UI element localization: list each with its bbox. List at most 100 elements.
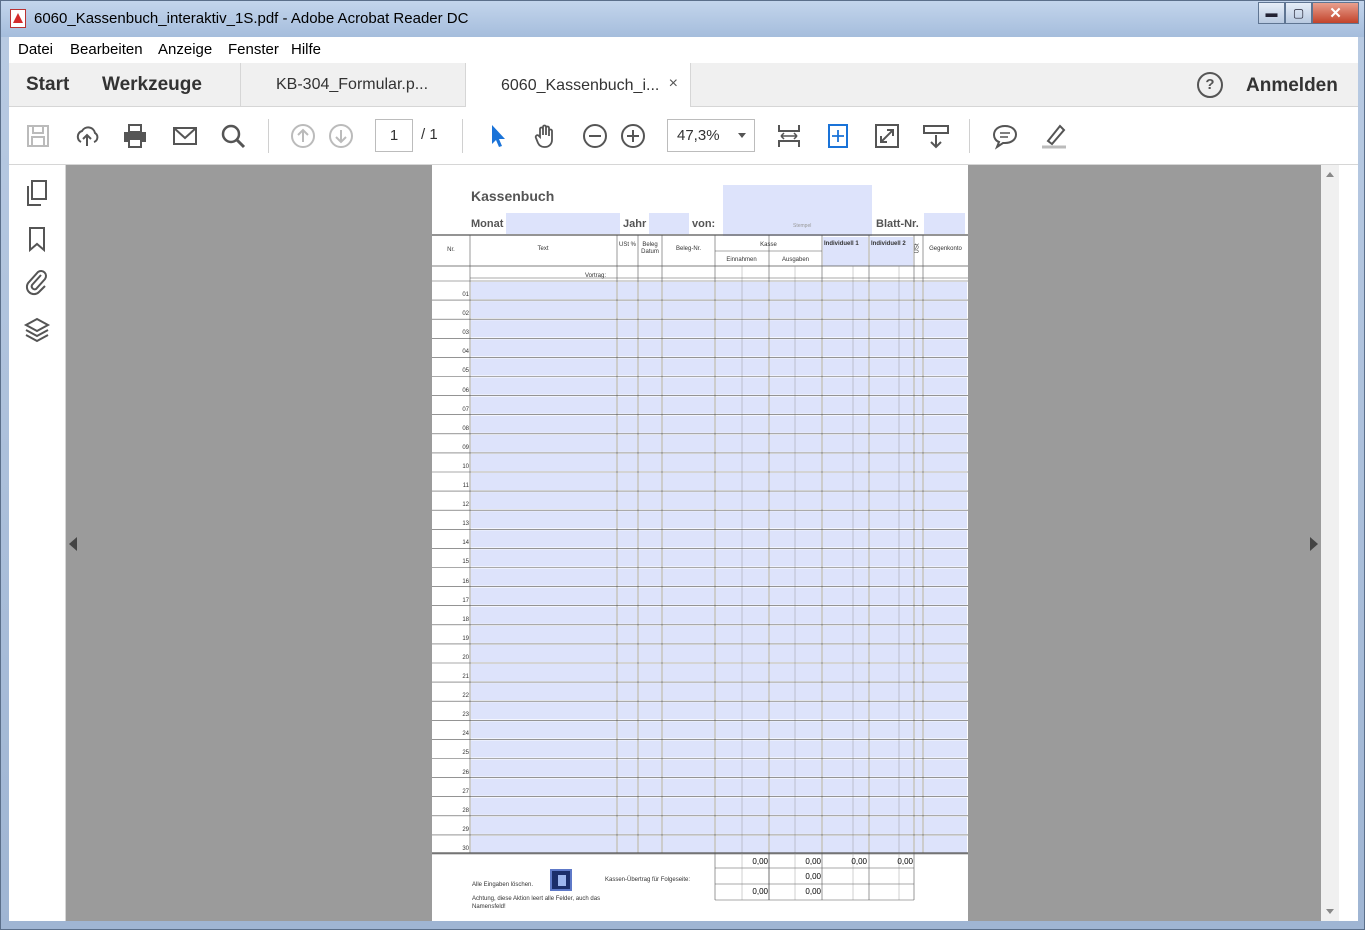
row-cell-field[interactable] xyxy=(663,301,714,319)
row-cell-field[interactable] xyxy=(915,282,922,300)
row-cell-field[interactable] xyxy=(924,625,967,643)
row-cell-field[interactable] xyxy=(639,282,661,300)
row-cell-field[interactable] xyxy=(870,282,913,300)
row-cell-field[interactable] xyxy=(663,683,714,701)
row-cell-field[interactable] xyxy=(870,587,913,605)
row-cell-field[interactable] xyxy=(618,301,637,319)
row-cell-field[interactable] xyxy=(870,320,913,338)
row-cell-field[interactable] xyxy=(639,301,661,319)
row-cell-field[interactable] xyxy=(471,301,616,319)
prev-page-icon[interactable] xyxy=(287,120,319,152)
row-cell-field[interactable] xyxy=(663,473,714,491)
row-cell-field[interactable] xyxy=(471,415,616,433)
row-cell-field[interactable] xyxy=(823,301,868,319)
row-cell-field[interactable] xyxy=(770,282,821,300)
row-cell-field[interactable] xyxy=(663,549,714,567)
row-cell-field[interactable] xyxy=(924,721,967,739)
row-cell-field[interactable] xyxy=(915,339,922,357)
row-cell-field[interactable] xyxy=(924,759,967,777)
row-cell-field[interactable] xyxy=(639,644,661,662)
row-cell-field[interactable] xyxy=(823,358,868,376)
row-cell-field[interactable] xyxy=(471,721,616,739)
zoom-in-icon[interactable] xyxy=(617,120,649,152)
row-cell-field[interactable] xyxy=(915,683,922,701)
nav-start[interactable]: Start xyxy=(26,74,69,96)
row-cell-field[interactable] xyxy=(663,568,714,586)
menu-bearbeiten[interactable]: Bearbeiten xyxy=(70,41,143,58)
row-cell-field[interactable] xyxy=(663,492,714,510)
row-cell-field[interactable] xyxy=(870,740,913,758)
row-cell-field[interactable] xyxy=(770,511,821,529)
row-cell-field[interactable] xyxy=(471,625,616,643)
row-cell-field[interactable] xyxy=(618,702,637,720)
row-cell-field[interactable] xyxy=(618,339,637,357)
row-cell-field[interactable] xyxy=(924,358,967,376)
menu-anzeige[interactable]: Anzeige xyxy=(158,41,212,58)
row-cell-field[interactable] xyxy=(870,339,913,357)
row-cell-field[interactable] xyxy=(870,415,913,433)
row-cell-field[interactable] xyxy=(770,759,821,777)
row-cell-field[interactable] xyxy=(770,549,821,567)
row-cell-field[interactable] xyxy=(471,740,616,758)
row-cell-field[interactable] xyxy=(618,358,637,376)
row-cell-field[interactable] xyxy=(639,530,661,548)
highlight-pen-icon[interactable] xyxy=(1038,120,1070,152)
row-cell-field[interactable] xyxy=(823,702,868,720)
row-cell-field[interactable] xyxy=(471,683,616,701)
row-cell-field[interactable] xyxy=(618,683,637,701)
row-cell-field[interactable] xyxy=(915,568,922,586)
row-cell-field[interactable] xyxy=(915,511,922,529)
row-cell-field[interactable] xyxy=(823,721,868,739)
row-cell-field[interactable] xyxy=(823,683,868,701)
page-number-input[interactable]: 1 xyxy=(375,119,413,152)
row-cell-field[interactable] xyxy=(915,492,922,510)
row-cell-field[interactable] xyxy=(770,664,821,682)
row-cell-field[interactable] xyxy=(770,683,821,701)
scroll-mode-icon[interactable] xyxy=(822,120,854,152)
row-cell-field[interactable] xyxy=(915,587,922,605)
row-cell-field[interactable] xyxy=(823,835,868,853)
help-icon[interactable]: ? xyxy=(1197,72,1223,98)
row-cell-field[interactable] xyxy=(924,511,967,529)
row-cell-field[interactable] xyxy=(618,434,637,452)
row-cell-field[interactable] xyxy=(618,511,637,529)
row-cell-field[interactable] xyxy=(823,282,868,300)
row-cell-field[interactable] xyxy=(924,396,967,414)
row-cell-field[interactable] xyxy=(870,702,913,720)
row-cell-field[interactable] xyxy=(663,434,714,452)
row-cell-field[interactable] xyxy=(823,473,868,491)
row-cell-field[interactable] xyxy=(924,568,967,586)
row-cell-field[interactable] xyxy=(471,511,616,529)
row-cell-field[interactable] xyxy=(663,282,714,300)
row-cell-field[interactable] xyxy=(823,568,868,586)
row-cell-field[interactable] xyxy=(618,492,637,510)
row-cell-field[interactable] xyxy=(770,778,821,796)
row-cell-field[interactable] xyxy=(870,568,913,586)
row-cell-field[interactable] xyxy=(618,625,637,643)
row-cell-field[interactable] xyxy=(471,606,616,624)
row-cell-field[interactable] xyxy=(618,473,637,491)
row-cell-field[interactable] xyxy=(471,702,616,720)
row-cell-field[interactable] xyxy=(823,549,868,567)
row-cell-field[interactable] xyxy=(663,797,714,815)
read-aloud-icon[interactable] xyxy=(920,120,952,152)
row-cell-field[interactable] xyxy=(770,530,821,548)
scroll-up-icon[interactable] xyxy=(1326,172,1334,177)
row-cell-field[interactable] xyxy=(639,320,661,338)
row-cell-field[interactable] xyxy=(870,664,913,682)
row-cell-field[interactable] xyxy=(639,415,661,433)
fullscreen-icon[interactable] xyxy=(871,120,903,152)
row-cell-field[interactable] xyxy=(618,530,637,548)
row-cell-field[interactable] xyxy=(471,644,616,662)
row-cell-field[interactable] xyxy=(471,835,616,853)
comment-icon[interactable] xyxy=(989,120,1021,152)
row-cell-field[interactable] xyxy=(924,415,967,433)
row-cell-field[interactable] xyxy=(915,530,922,548)
row-cell-field[interactable] xyxy=(639,797,661,815)
row-cell-field[interactable] xyxy=(924,377,967,395)
row-cell-field[interactable] xyxy=(870,301,913,319)
row-cell-field[interactable] xyxy=(870,396,913,414)
row-cell-field[interactable] xyxy=(770,721,821,739)
row-cell-field[interactable] xyxy=(618,740,637,758)
row-cell-field[interactable] xyxy=(663,530,714,548)
